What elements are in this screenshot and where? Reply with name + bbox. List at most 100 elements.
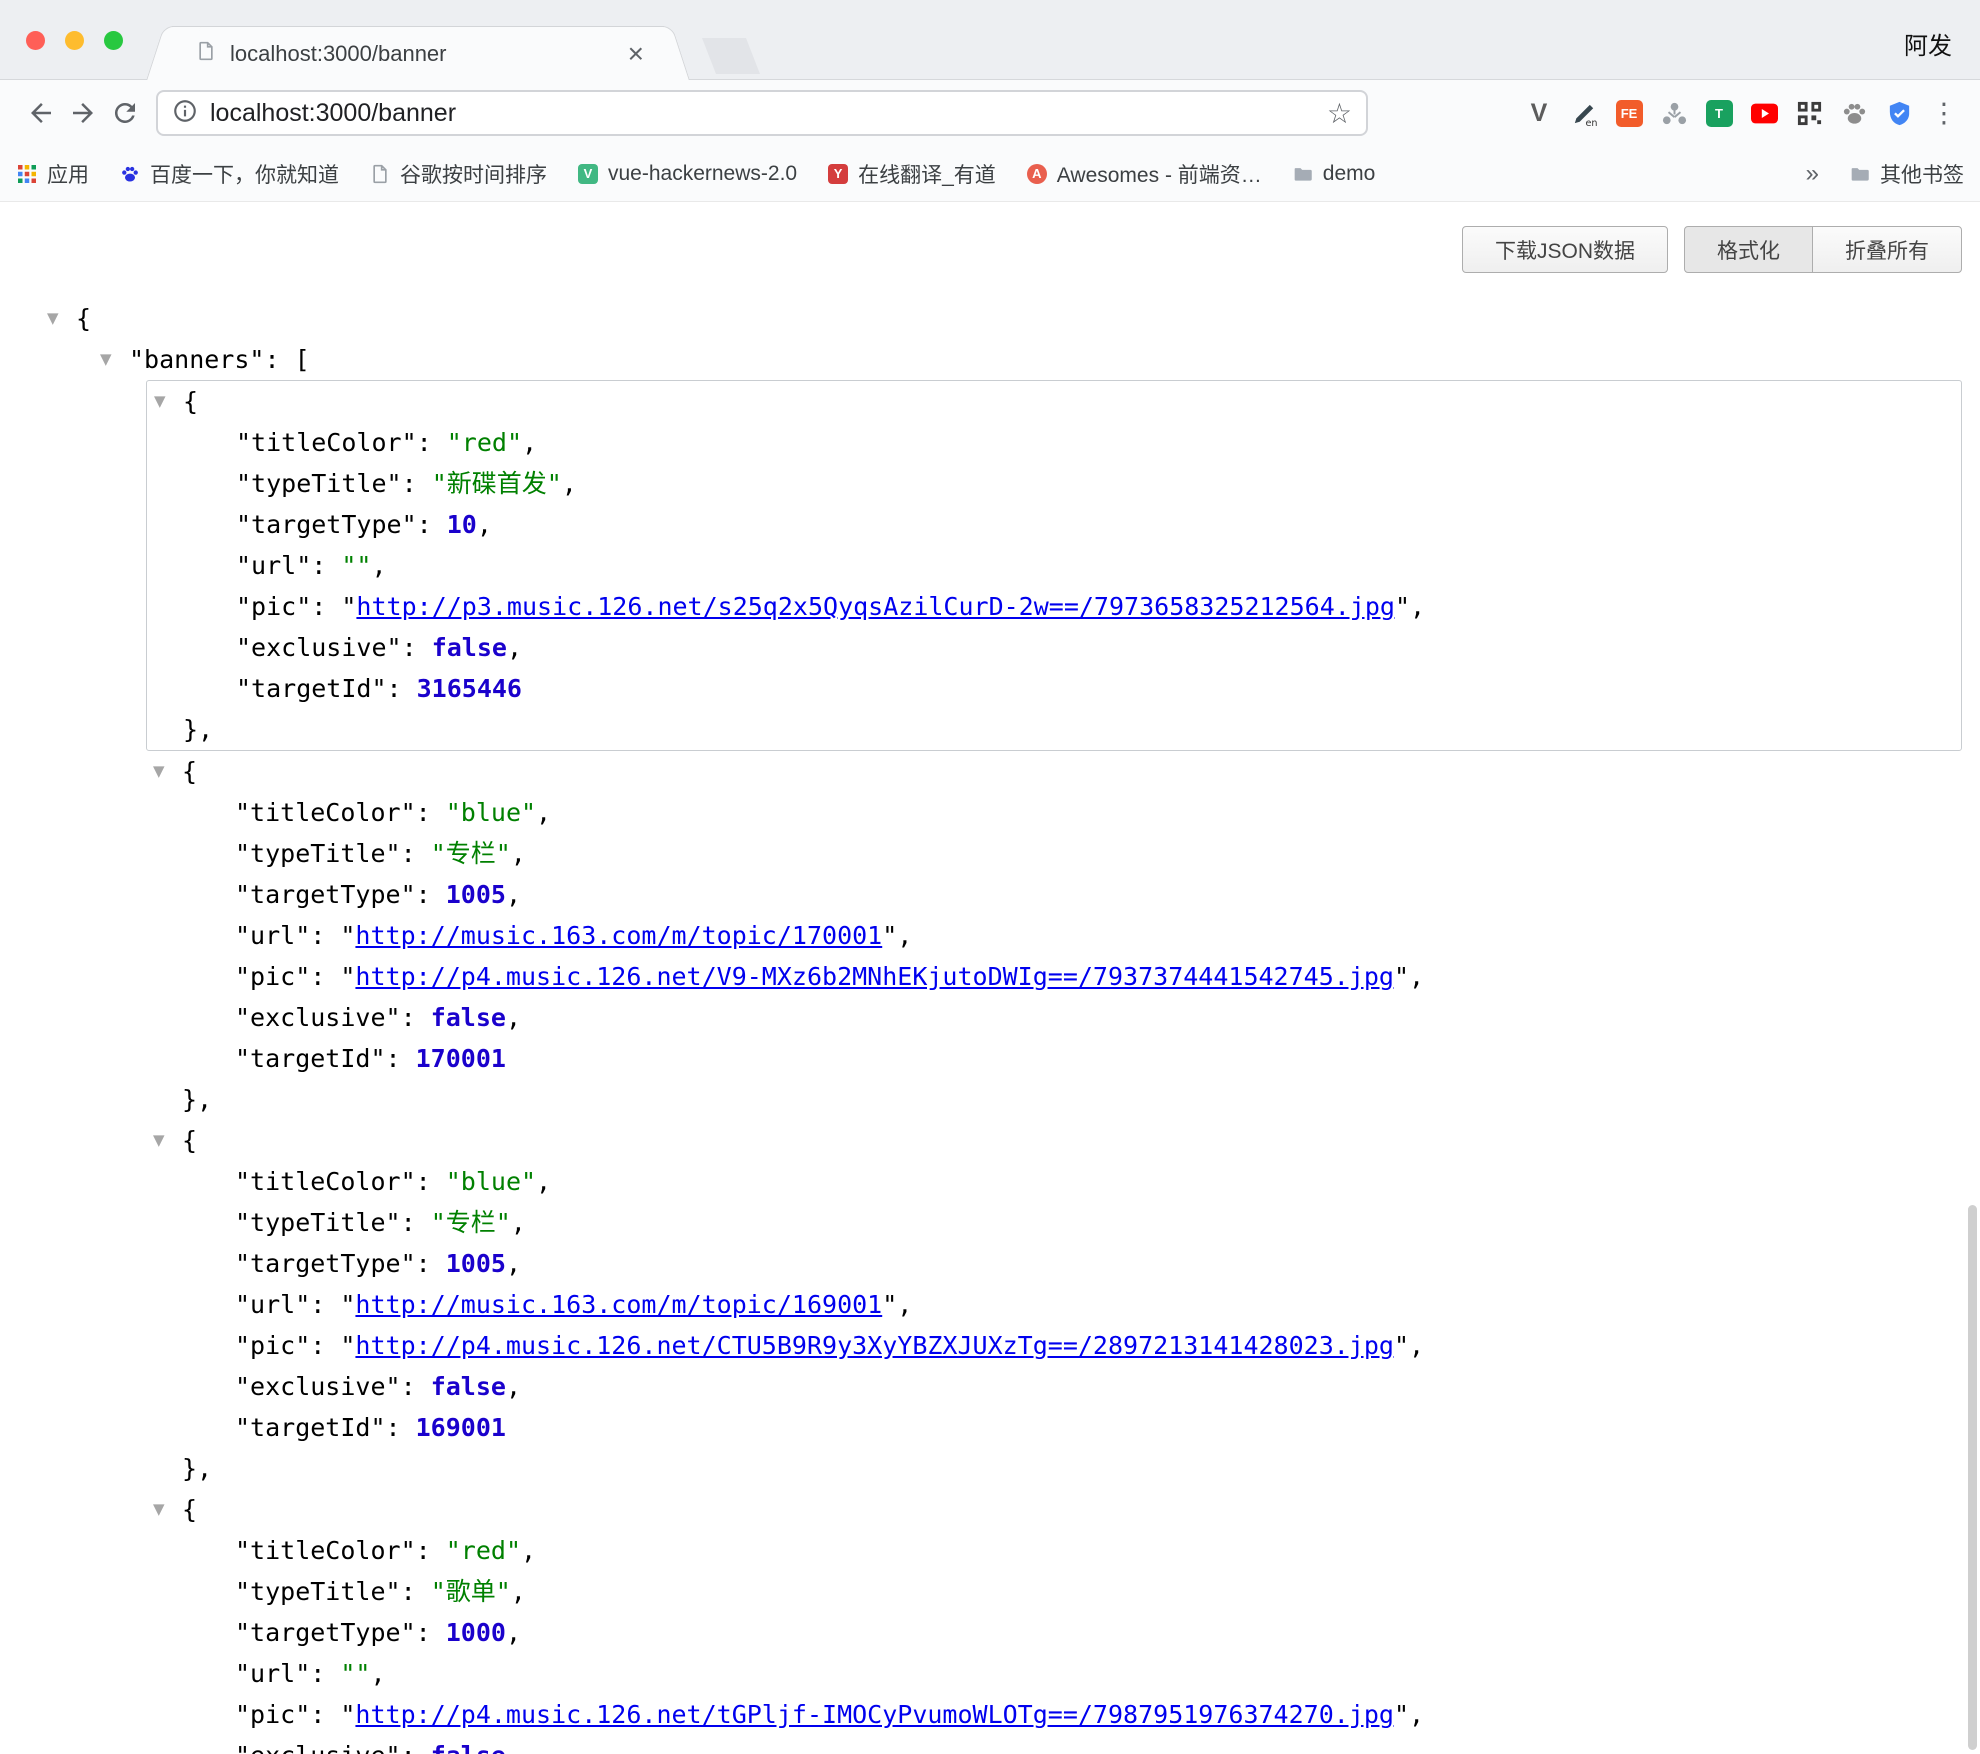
json-line: "exclusive": false, [146, 1366, 1962, 1407]
tab-strip: localhost:3000/banner × 阿发 [0, 0, 1980, 80]
collapse-toggle-icon[interactable]: ▼ [100, 339, 129, 380]
other-bookmarks[interactable]: 其他书签 [1849, 159, 1964, 189]
bookmark-apps[interactable]: 应用 [16, 159, 89, 189]
json-url-link[interactable]: http://p4.music.126.net/CTU5B9R9y3XyYBZX… [355, 1331, 1394, 1360]
json-line: "pic": "http://p4.music.126.net/V9-MXz6b… [146, 956, 1962, 997]
collapse-toggle-icon[interactable]: ▼ [154, 381, 183, 422]
forward-button[interactable] [62, 92, 104, 134]
t-green-shield-extension-icon[interactable]: T [1703, 97, 1735, 129]
collapse-toggle-icon[interactable]: ▼ [153, 1489, 182, 1530]
url-text[interactable]: localhost:3000/banner [210, 99, 1327, 128]
json-line: "targetId": 170001 [146, 1038, 1962, 1079]
json-line: "targetType": 1005, [146, 1243, 1962, 1284]
paw-extension-icon[interactable] [1838, 97, 1870, 129]
apps-grid-icon [16, 163, 38, 185]
close-window-button[interactable] [26, 31, 45, 50]
reload-button[interactable] [104, 92, 146, 134]
scrollbar-thumb[interactable] [1968, 1205, 1977, 1750]
org-chart-extension-icon[interactable] [1658, 97, 1690, 129]
en-translate-pen-extension-icon[interactable]: en [1568, 97, 1600, 129]
browser-tab[interactable]: localhost:3000/banner × [172, 26, 664, 80]
json-object-block: ▼{"titleColor": "red","typeTitle": "新碟首发… [146, 380, 1962, 751]
minimize-window-button[interactable] [65, 31, 84, 50]
fullscreen-window-button[interactable] [104, 31, 123, 50]
json-line: }, [147, 709, 1961, 750]
svg-text:en: en [1585, 118, 1597, 127]
bookmark-baidu[interactable]: 百度一下，你就知道 [119, 159, 339, 189]
json-url-link[interactable]: http://p4.music.126.net/tGPljf-IMOCyPvum… [355, 1700, 1394, 1729]
json-line: }, [146, 1079, 1962, 1120]
json-line: "exclusive": false [146, 1735, 1962, 1754]
extensions-bar: V en FE T ⋮ [1384, 97, 1960, 129]
json-line: "targetType": 1000, [146, 1612, 1962, 1653]
json-object-block: ▼{"titleColor": "blue","typeTitle": "专栏"… [146, 1120, 1962, 1489]
json-url-link[interactable]: http://p4.music.126.net/V9-MXz6b2MNhEKju… [355, 962, 1394, 991]
vue-icon: V [577, 163, 599, 185]
json-line: "exclusive": false, [146, 997, 1962, 1038]
awesomes-icon: A [1026, 163, 1048, 185]
json-line: "exclusive": false, [147, 627, 1961, 668]
json-line: "targetId": 3165446 [147, 668, 1961, 709]
address-bar[interactable]: localhost:3000/banner ☆ [156, 90, 1368, 136]
tab-favicon-document-icon [196, 39, 216, 68]
json-line: "pic": "http://p4.music.126.net/CTU5B9R9… [146, 1325, 1962, 1366]
bookmarks-overflow-chevron[interactable]: » [1806, 160, 1819, 188]
youtube-extension-icon[interactable] [1748, 97, 1780, 129]
json-line: "pic": "http://p4.music.126.net/tGPljf-I… [146, 1694, 1962, 1735]
json-line: "typeTitle": "新碟首发", [147, 463, 1961, 504]
json-line: "typeTitle": "专栏", [146, 1202, 1962, 1243]
baidu-paw-icon [119, 163, 141, 185]
json-controls: 下载JSON数据 格式化 折叠所有 [1462, 226, 1962, 273]
json-line: "typeTitle": "专栏", [146, 833, 1962, 874]
fe-helper-extension-icon[interactable]: FE [1613, 97, 1645, 129]
json-url-link[interactable]: http://music.163.com/m/topic/170001 [355, 921, 882, 950]
vimium-extension-icon[interactable]: V [1523, 97, 1555, 129]
document-icon [369, 163, 391, 185]
json-line: ▼{ [147, 381, 1961, 422]
bookmark-youdao-translate[interactable]: Y 在线翻译_有道 [827, 159, 996, 189]
window-controls [26, 31, 123, 50]
json-line: "url": "", [147, 545, 1961, 586]
json-line: ▼{ [146, 751, 1962, 792]
tab-title: localhost:3000/banner [230, 41, 624, 67]
bookmark-awesomes[interactable]: A Awesomes - 前端资… [1026, 159, 1262, 189]
download-json-button[interactable]: 下载JSON数据 [1462, 226, 1668, 273]
qrcode-extension-icon[interactable] [1793, 97, 1825, 129]
json-line: "titleColor": "red", [147, 422, 1961, 463]
youdao-icon: Y [827, 163, 849, 185]
shield-check-extension-icon[interactable] [1883, 97, 1915, 129]
json-line: "targetType": 1005, [146, 874, 1962, 915]
json-line: "targetId": 169001 [146, 1407, 1962, 1448]
json-line: "targetType": 10, [147, 504, 1961, 545]
folder-icon [1849, 163, 1871, 185]
browser-menu-icon[interactable]: ⋮ [1928, 97, 1960, 129]
collapse-toggle-icon[interactable]: ▼ [153, 751, 182, 792]
bookmark-folder-demo[interactable]: demo [1292, 162, 1376, 186]
new-tab-button[interactable] [702, 38, 760, 74]
json-url-link[interactable]: http://music.163.com/m/topic/169001 [355, 1290, 882, 1319]
json-line: "url": "", [146, 1653, 1962, 1694]
json-line: ▼{ [0, 298, 1980, 339]
json-line: "typeTitle": "歌单", [146, 1571, 1962, 1612]
page-info-icon[interactable] [172, 98, 198, 129]
collapse-toggle-icon[interactable]: ▼ [153, 1120, 182, 1161]
json-line: "pic": "http://p3.music.126.net/s25q2x5Q… [147, 586, 1961, 627]
format-collapse-group: 格式化 折叠所有 [1684, 226, 1962, 273]
bookmark-google-sort[interactable]: 谷歌按时间排序 [369, 159, 547, 189]
json-url-link[interactable]: http://p3.music.126.net/s25q2x5QyqsAzilC… [356, 592, 1395, 621]
profile-name[interactable]: 阿发 [1904, 26, 1952, 61]
bookmarks-bar: 应用 百度一下，你就知道 谷歌按时间排序 V vue-hackernews-2.… [0, 146, 1980, 202]
bookmark-vue-hackernews[interactable]: V vue-hackernews-2.0 [577, 162, 797, 186]
tab-close-icon[interactable]: × [624, 40, 648, 68]
json-line: "url": "http://music.163.com/m/topic/169… [146, 1284, 1962, 1325]
browser-toolbar: localhost:3000/banner ☆ V en FE T [0, 80, 1980, 146]
json-line: "titleColor": "red", [146, 1530, 1962, 1571]
collapse-all-button[interactable]: 折叠所有 [1812, 226, 1962, 273]
format-button[interactable]: 格式化 [1684, 226, 1813, 273]
json-line: "titleColor": "blue", [146, 792, 1962, 833]
json-line: }, [146, 1448, 1962, 1489]
bookmark-star-icon[interactable]: ☆ [1327, 97, 1352, 130]
back-button[interactable] [20, 92, 62, 134]
collapse-toggle-icon[interactable]: ▼ [47, 298, 76, 339]
json-line: ▼{ [146, 1120, 1962, 1161]
